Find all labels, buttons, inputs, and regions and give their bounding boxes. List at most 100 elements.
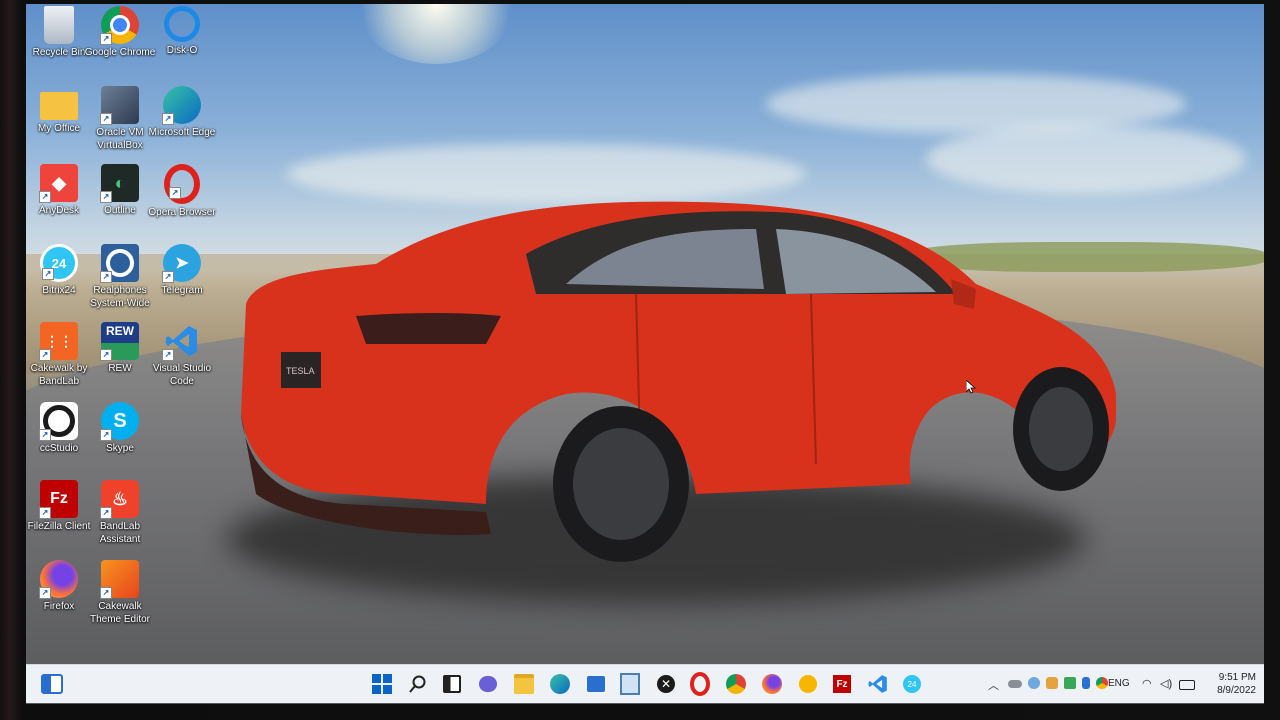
start-button[interactable]	[370, 672, 394, 696]
desktop-icon-bandlab-assistant[interactable]: ♨ ↗ BandLab Assistant	[84, 480, 156, 546]
edge-icon	[550, 674, 570, 694]
store-button[interactable]	[584, 672, 608, 696]
opera-icon	[690, 672, 710, 696]
battery-icon[interactable]	[1179, 680, 1195, 690]
chrome-icon: ↗	[100, 6, 139, 45]
chrome-tray-icon[interactable]	[1096, 677, 1108, 689]
rew-icon: REW ↗	[100, 322, 139, 361]
desktop-icon-opera[interactable]: ↗ Opera Browser	[146, 164, 218, 219]
clock[interactable]: 9:51 PM 8/9/2022	[1196, 671, 1256, 697]
firefox-icon	[762, 674, 782, 694]
desktop-icon-vscode[interactable]: ↗ Visual Studio Code	[146, 322, 218, 388]
search-icon	[409, 675, 426, 693]
onedrive-icon[interactable]	[1008, 680, 1022, 688]
shortcut-arrow-icon: ↗	[39, 429, 51, 441]
skype-icon: S ↗	[100, 402, 139, 441]
shield-icon[interactable]	[1064, 677, 1076, 689]
chrome-taskbar-button[interactable]	[724, 672, 748, 696]
sun-glare	[356, 4, 516, 64]
shortcut-arrow-icon: ↗	[100, 191, 112, 203]
shortcut-arrow-icon: ↗	[42, 268, 54, 280]
car-rim	[1029, 387, 1093, 471]
clock-date: 8/9/2022	[1217, 685, 1256, 696]
shortcut-arrow-icon: ↗	[162, 113, 174, 125]
language-indicator[interactable]: ENG	[1108, 678, 1130, 689]
desktop-icon-label: Telegram	[161, 285, 203, 296]
shortcut-arrow-icon: ↗	[100, 429, 112, 441]
virtualbox-icon: ↗	[100, 86, 139, 125]
mouse-cursor-icon	[966, 380, 976, 394]
shortcut-arrow-icon: ↗	[100, 33, 112, 45]
desktop-icon-telegram[interactable]: ➤ ↗ Telegram	[146, 244, 218, 297]
shortcut-arrow-icon: ↗	[100, 271, 112, 283]
notepad-button[interactable]	[618, 672, 642, 696]
cloud-icon[interactable]	[1028, 677, 1040, 689]
vscode-taskbar-button[interactable]	[866, 672, 890, 696]
volume-icon[interactable]: ◁)	[1160, 677, 1174, 691]
clock-time: 9:51 PM	[1218, 672, 1256, 683]
desktop-icon-label: Visual Studio Code	[152, 363, 212, 387]
file-explorer-button[interactable]	[512, 672, 536, 696]
bluetooth-icon[interactable]	[1082, 677, 1090, 689]
desktop-icon-microsoft-edge[interactable]: ↗ Microsoft Edge	[146, 86, 218, 139]
shortcut-arrow-icon: ↗	[39, 587, 51, 599]
cakewalk-icon: ⋮⋮ ↗	[39, 322, 78, 361]
xbox-button[interactable]: ✕	[654, 672, 678, 696]
shortcut-arrow-icon: ↗	[100, 587, 112, 599]
sticky-notes-icon	[799, 675, 817, 693]
search-button[interactable]	[406, 672, 430, 696]
desktop-icon-label: Opera Browser	[148, 207, 216, 218]
monitor-frame: TESLA Recycle Bin ↗ Google Chrome Disk-O	[0, 0, 1280, 720]
widgets-button[interactable]	[40, 672, 64, 696]
desktop-icon-label: Skype	[106, 443, 134, 454]
desktop[interactable]: TESLA Recycle Bin ↗ Google Chrome Disk-O	[26, 4, 1264, 704]
ccstudio-icon: ↗	[39, 402, 78, 441]
bandlab-icon: ♨ ↗	[100, 480, 139, 519]
desktop-icon-label: BandLab Assistant	[99, 521, 141, 545]
anydesk-glyph: ◆	[52, 172, 66, 193]
desktop-icon-disk-o[interactable]: Disk-O	[146, 6, 218, 57]
desktop-icon-label: Microsoft Edge	[148, 127, 216, 138]
filezilla-taskbar-button[interactable]: Fz	[830, 672, 854, 696]
firefox-icon: ↗	[39, 560, 78, 599]
bitrix24-icon: 24	[903, 675, 921, 693]
disk-o-icon	[164, 6, 200, 42]
chrome-icon	[726, 674, 746, 694]
task-view-icon	[443, 675, 461, 693]
filezilla-glyph: Fz	[50, 490, 68, 507]
sticky-notes-button[interactable]	[796, 672, 820, 696]
outline-glyph: ◐	[114, 172, 126, 193]
cloud	[926, 124, 1246, 194]
wifi-icon[interactable]: ◠	[1142, 677, 1156, 691]
chat-button[interactable]	[476, 672, 500, 696]
cakewalk-theme-editor-icon: ↗	[100, 560, 139, 599]
outline-icon: ◐ ↗	[100, 164, 139, 203]
bitrix24-icon: 24 ↗	[40, 244, 78, 282]
wallpaper-car: TESLA	[241, 201, 1116, 562]
task-view-button[interactable]	[440, 672, 464, 696]
shortcut-arrow-icon: ↗	[39, 191, 51, 203]
edge-taskbar-button[interactable]	[548, 672, 572, 696]
vscode-icon: ↗	[162, 322, 201, 361]
desktop-icon-cakewalk-theme-editor[interactable]: ↗ Cakewalk Theme Editor	[84, 560, 156, 626]
app-tray-icon[interactable]	[1046, 677, 1058, 689]
car-rim	[573, 428, 669, 540]
anydesk-icon: ◆ ↗	[39, 164, 78, 203]
widgets-icon	[41, 674, 63, 694]
filezilla-icon: Fz	[833, 675, 851, 693]
car-badge: TESLA	[286, 366, 315, 376]
desktop-icon-skype[interactable]: S ↗ Skype	[84, 402, 156, 455]
opera-icon: ↗	[164, 164, 200, 204]
xbox-icon: ✕	[657, 675, 675, 693]
chevron-up-icon[interactable]: ︿	[988, 677, 1002, 692]
firefox-taskbar-button[interactable]	[760, 672, 784, 696]
notepad-icon	[620, 673, 640, 695]
tail-light	[356, 313, 501, 344]
shortcut-arrow-icon: ↗	[169, 187, 181, 199]
shortcut-arrow-icon: ↗	[39, 349, 51, 361]
bitrix24-taskbar-button[interactable]: 24	[900, 672, 924, 696]
folder-icon	[40, 92, 78, 120]
shortcut-arrow-icon: ↗	[162, 349, 174, 361]
opera-taskbar-button[interactable]	[688, 672, 712, 696]
chrome-center	[110, 15, 130, 35]
